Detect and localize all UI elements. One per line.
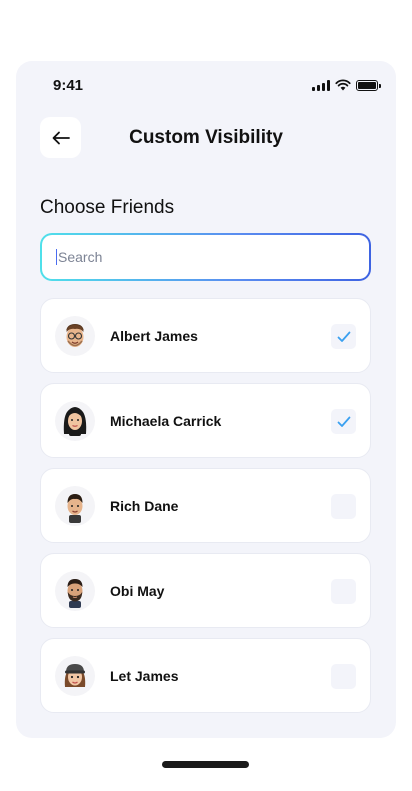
avatar [55,400,95,441]
avatar-cap-woman-icon [64,663,86,687]
battery-icon [356,79,381,91]
search-field[interactable] [40,233,371,281]
text-caret [56,249,57,265]
avatar [55,315,95,356]
avatar [55,655,95,696]
friend-checkbox[interactable] [331,494,356,519]
friend-item-albert-james[interactable]: Albert James [40,298,371,373]
status-time: 9:41 [53,77,84,94]
friend-name: Rich Dane [110,497,179,514]
home-indicator[interactable] [162,761,249,768]
friend-item-obi-may[interactable]: Obi May [40,553,371,628]
avatar [55,570,95,611]
page-title: Custom Visibility [129,127,283,148]
friend-list: Albert James Michaela Carrick Rich Dane … [40,298,371,723]
friend-name: Obi May [110,582,165,599]
status-icons [312,79,381,91]
avatar [55,485,95,526]
friend-item-rich-dane[interactable]: Rich Dane [40,468,371,543]
phone-screen: 9:41 Custom Visibility Choose Friends Se… [16,61,396,738]
avatar-short-hair-man-icon [67,493,83,523]
friend-checkbox[interactable] [331,579,356,604]
friend-name: Michaela Carrick [110,412,222,429]
status-bar: 9:41 [16,61,396,111]
signal-icon [312,79,330,91]
friend-item-let-james[interactable]: Let James [40,638,371,713]
wifi-icon [335,79,351,91]
avatar-long-hair-woman-icon [63,406,87,436]
friend-item-michaela-carrick[interactable]: Michaela Carrick [40,383,371,458]
avatar-bearded-man-icon [67,578,83,608]
friend-checkbox[interactable] [331,324,356,349]
check-icon [337,416,350,427]
check-icon [337,331,350,342]
friend-name: Let James [110,667,179,684]
search-input[interactable] [58,249,369,265]
friend-name: Albert James [110,327,198,344]
section-title: Choose Friends [40,197,175,218]
avatar-glasses-man-icon [66,323,84,347]
friend-checkbox[interactable] [331,664,356,689]
friend-checkbox[interactable] [331,409,356,434]
